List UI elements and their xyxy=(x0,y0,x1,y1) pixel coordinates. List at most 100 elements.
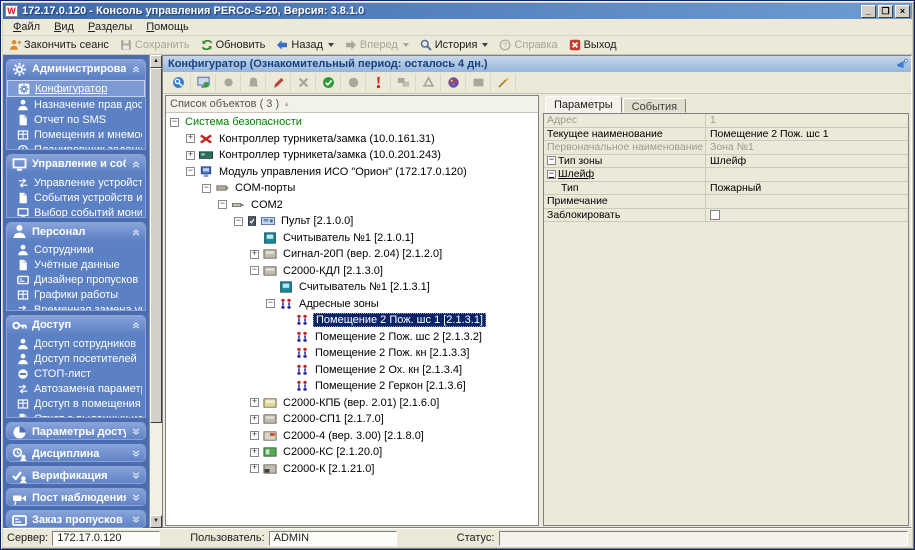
sidebar-section-header[interactable]: Персонал xyxy=(7,223,145,241)
tree-row[interactable]: +С2000-К [2.1.21.0] xyxy=(166,461,538,478)
tool-button[interactable] xyxy=(241,74,266,92)
tree-expander[interactable]: − xyxy=(266,299,275,308)
tree-row[interactable]: Помещение 2 Ох. кн [2.1.3.4] xyxy=(166,362,538,379)
tool-button[interactable] xyxy=(316,74,341,92)
property-value[interactable]: Зона №1 xyxy=(706,141,908,154)
sidebar-item[interactable]: Учётные данные xyxy=(7,258,145,273)
property-row[interactable]: ТипПожарный xyxy=(544,182,908,196)
tool-button[interactable] xyxy=(391,74,416,92)
tree-expander[interactable]: + xyxy=(250,431,259,440)
tool-button[interactable] xyxy=(291,74,316,92)
tree-row[interactable]: −Модуль управления ИСО "Орион" (172.17.0… xyxy=(166,164,538,181)
sidebar-section-header[interactable]: Параметры доступа xyxy=(7,423,145,440)
toolbar-button[interactable]: Обновить xyxy=(197,38,273,52)
sidebar-section-header[interactable]: Доступ xyxy=(7,316,145,334)
toolbar-button[interactable]: Сохранить xyxy=(116,38,197,52)
menu-item[interactable]: Разделы xyxy=(82,20,138,34)
sidebar-item[interactable]: Доступ посетителей xyxy=(7,351,145,366)
tree-expander[interactable]: + xyxy=(250,398,259,407)
tree-row[interactable]: Помещение 2 Пож. шс 1 [2.1.3.1] xyxy=(166,312,538,329)
menu-item[interactable]: Помощь xyxy=(140,20,195,34)
property-row[interactable]: −Тип зоныШлейф xyxy=(544,155,908,169)
menu-item[interactable]: Вид xyxy=(48,20,80,34)
sidebar-section-header[interactable]: Верификация xyxy=(7,467,145,484)
tree-expander[interactable]: − xyxy=(218,200,227,209)
tree-expander[interactable]: + xyxy=(250,464,259,473)
sidebar-item[interactable]: Управление устройствами и... xyxy=(7,175,145,190)
tree-row[interactable]: +Сигнал-20П (вер. 2.04) [2.1.2.0] xyxy=(166,246,538,263)
titlebar[interactable]: W 172.17.0.120 - Консоль управления PERC… xyxy=(3,3,912,19)
tree-row[interactable]: +С2000-4 (вер. 3.00) [2.1.8.0] xyxy=(166,428,538,445)
toolbar-button[interactable]: История xyxy=(416,38,496,52)
sidebar-item[interactable]: Временная замена учетных ... xyxy=(7,303,145,312)
maximize-button[interactable]: ❐ xyxy=(878,5,893,18)
tool-button[interactable] xyxy=(416,74,441,92)
sidebar-item[interactable]: Дизайнер пропусков xyxy=(7,273,145,288)
tree-row[interactable]: +С2000-СП1 [2.1.7.0] xyxy=(166,411,538,428)
property-value[interactable] xyxy=(706,195,908,208)
tree-expander[interactable]: − xyxy=(234,217,243,226)
tool-button[interactable] xyxy=(266,74,291,92)
property-expander-icon[interactable]: − xyxy=(547,156,556,165)
tree-row[interactable]: −Адресные зоны xyxy=(166,296,538,313)
property-value[interactable] xyxy=(706,209,908,222)
property-row[interactable]: Текущее наименованиеПомещение 2 Пож. шс … xyxy=(544,128,908,142)
tree-row[interactable]: −Пульт [2.1.0.0] xyxy=(166,213,538,230)
minimize-button[interactable]: _ xyxy=(861,5,876,18)
tree-expander[interactable]: + xyxy=(186,134,195,143)
sidebar-item[interactable]: Сотрудники xyxy=(7,243,145,258)
toolbar-button[interactable]: Назад xyxy=(272,38,341,52)
property-row[interactable]: Первоначальное наименованиеЗона №1 xyxy=(544,141,908,155)
property-value[interactable] xyxy=(706,168,908,181)
sidebar-section-header[interactable]: Администрирование xyxy=(7,60,145,78)
tool-button[interactable] xyxy=(441,74,466,92)
tool-button[interactable] xyxy=(216,74,241,92)
tree-row[interactable]: Помещение 2 Пож. кн [2.1.3.3] xyxy=(166,345,538,362)
sidebar-item[interactable]: События устройств и дейст... xyxy=(7,190,145,205)
property-value[interactable]: Шлейф xyxy=(706,155,908,168)
toolbar-button[interactable]: ?Справка xyxy=(495,38,564,52)
tree-column-header[interactable]: Список объектов ( 3 ) ▲ xyxy=(166,96,538,113)
tab-parameters[interactable]: Параметры xyxy=(545,96,622,113)
sidebar-section-header[interactable]: Управление и события xyxy=(7,155,145,173)
close-button[interactable]: × xyxy=(895,5,910,18)
tree-expander[interactable]: + xyxy=(250,415,259,424)
sidebar-item[interactable]: Доступ в помещения xyxy=(7,396,145,411)
tree-expander[interactable]: − xyxy=(186,167,195,176)
tree-row[interactable]: −COM2 xyxy=(166,197,538,214)
sidebar-item[interactable]: Выбор событий мониторинга xyxy=(7,205,145,217)
sidebar-scrollbar[interactable]: ▲ ▼ xyxy=(149,55,162,528)
sidebar-item[interactable]: Назначение прав доступа о... xyxy=(7,97,145,112)
tree-row[interactable]: −С2000-КДЛ [2.1.3.0] xyxy=(166,263,538,280)
tree-row[interactable]: +Контроллер турникета/замка (10.0.201.24… xyxy=(166,147,538,164)
sidebar-item[interactable]: Помещения и мнемосхема xyxy=(7,127,145,142)
tool-button[interactable] xyxy=(366,74,391,92)
sidebar-item[interactable]: Планировщик заданий xyxy=(7,142,145,150)
tree-row[interactable]: −Система безопасности xyxy=(166,114,538,131)
tab-events[interactable]: События xyxy=(623,98,686,113)
tool-button[interactable] xyxy=(491,74,516,92)
tool-button[interactable] xyxy=(341,74,366,92)
checkbox-unchecked-icon[interactable] xyxy=(710,210,720,220)
tool-button[interactable] xyxy=(166,74,191,92)
tool-button[interactable] xyxy=(466,74,491,92)
tool-button[interactable] xyxy=(191,74,216,92)
tree-row[interactable]: −COM-порты xyxy=(166,180,538,197)
scrollbar-thumb[interactable] xyxy=(150,68,162,423)
sidebar-item[interactable]: Доступ сотрудников xyxy=(7,336,145,351)
property-row[interactable]: −Шлейф xyxy=(544,168,908,182)
tree-expander[interactable]: + xyxy=(250,448,259,457)
sidebar-item[interactable]: Графики работы xyxy=(7,288,145,303)
sidebar-item[interactable]: Конфигуратор xyxy=(7,80,145,97)
toolbar-button[interactable]: Выход xyxy=(565,38,624,52)
sidebar-section-header[interactable]: Дисциплина xyxy=(7,445,145,462)
property-row[interactable]: Адрес1 xyxy=(544,114,908,128)
tree-expander[interactable]: + xyxy=(250,250,259,259)
toolbar-button[interactable]: Вперед xyxy=(341,38,416,52)
sidebar-item[interactable]: СТОП-лист xyxy=(7,366,145,381)
scroll-down-icon[interactable]: ▼ xyxy=(150,515,162,528)
property-expander-icon[interactable]: − xyxy=(547,170,556,179)
tree-row[interactable]: +С2000-КС [2.1.20.0] xyxy=(166,444,538,461)
property-row[interactable]: Примечание xyxy=(544,195,908,209)
sidebar-section-header[interactable]: Заказ пропусков xyxy=(7,511,145,528)
